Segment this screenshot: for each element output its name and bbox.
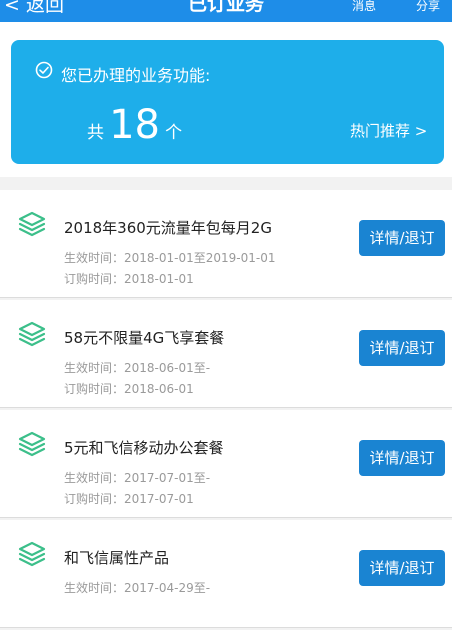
details-unsubscribe-button[interactable]: 详情/退订 [359, 330, 445, 366]
count-unit: 个 [165, 123, 183, 143]
share-button[interactable]: 分享 [416, 0, 440, 14]
count-prefix: 共 [87, 123, 104, 143]
layers-icon [18, 321, 46, 347]
page-title: 已订业务 [187, 0, 264, 15]
service-name: 2018年360元流量年包每月2G [64, 219, 272, 237]
order-time: 订购时间：2018-06-01 [64, 382, 194, 396]
message-button[interactable]: 消息 [352, 0, 376, 14]
count-number: 18 [109, 102, 160, 148]
order-time: 订购时间：2018-01-01 [64, 272, 194, 286]
effective-time: 生效时间：2017-04-29至- [64, 581, 211, 595]
layers-icon [18, 541, 46, 567]
layers-icon [18, 211, 46, 237]
list-item: 58元不限量4G飞享套餐 生效时间：2018-06-01至- 订购时间：2018… [0, 300, 452, 408]
summary-heading: 您已办理的业务功能: [61, 66, 211, 85]
effective-time: 生效时间：2017-07-01至- [64, 471, 211, 485]
details-unsubscribe-button[interactable]: 详情/退订 [359, 440, 445, 476]
effective-time: 生效时间：2018-01-01至2019-01-01 [64, 251, 276, 265]
list-item: 和飞信属性产品 生效时间：2017-04-29至- 详情/退订 [0, 520, 452, 628]
hot-recommend-link[interactable]: 热门推荐 > [350, 120, 427, 141]
check-circle-icon [35, 61, 53, 79]
details-unsubscribe-button[interactable]: 详情/退订 [359, 550, 445, 586]
summary-card: 您已办理的业务功能: 共 18 个 [11, 40, 444, 164]
layers-icon [18, 431, 46, 457]
service-list: 2018年360元流量年包每月2G 生效时间：2018-01-01至2019-0… [0, 190, 452, 630]
list-item: 2018年360元流量年包每月2G 生效时间：2018-01-01至2019-0… [0, 190, 452, 298]
top-nav-bar: < 返回 已订业务 消息 分享 [0, 0, 452, 22]
service-name: 和飞信属性产品 [64, 549, 170, 567]
order-time: 订购时间：2017-07-01 [64, 492, 194, 506]
service-name: 5元和飞信移动办公套餐 [64, 439, 224, 457]
service-count: 共 18 个 [87, 102, 182, 148]
list-item: 5元和飞信移动办公套餐 生效时间：2017-07-01至- 订购时间：2017-… [0, 410, 452, 518]
service-name: 58元不限量4G飞享套餐 [64, 329, 225, 347]
effective-time: 生效时间：2018-06-01至- [64, 361, 211, 375]
details-unsubscribe-button[interactable]: 详情/退订 [359, 220, 445, 256]
